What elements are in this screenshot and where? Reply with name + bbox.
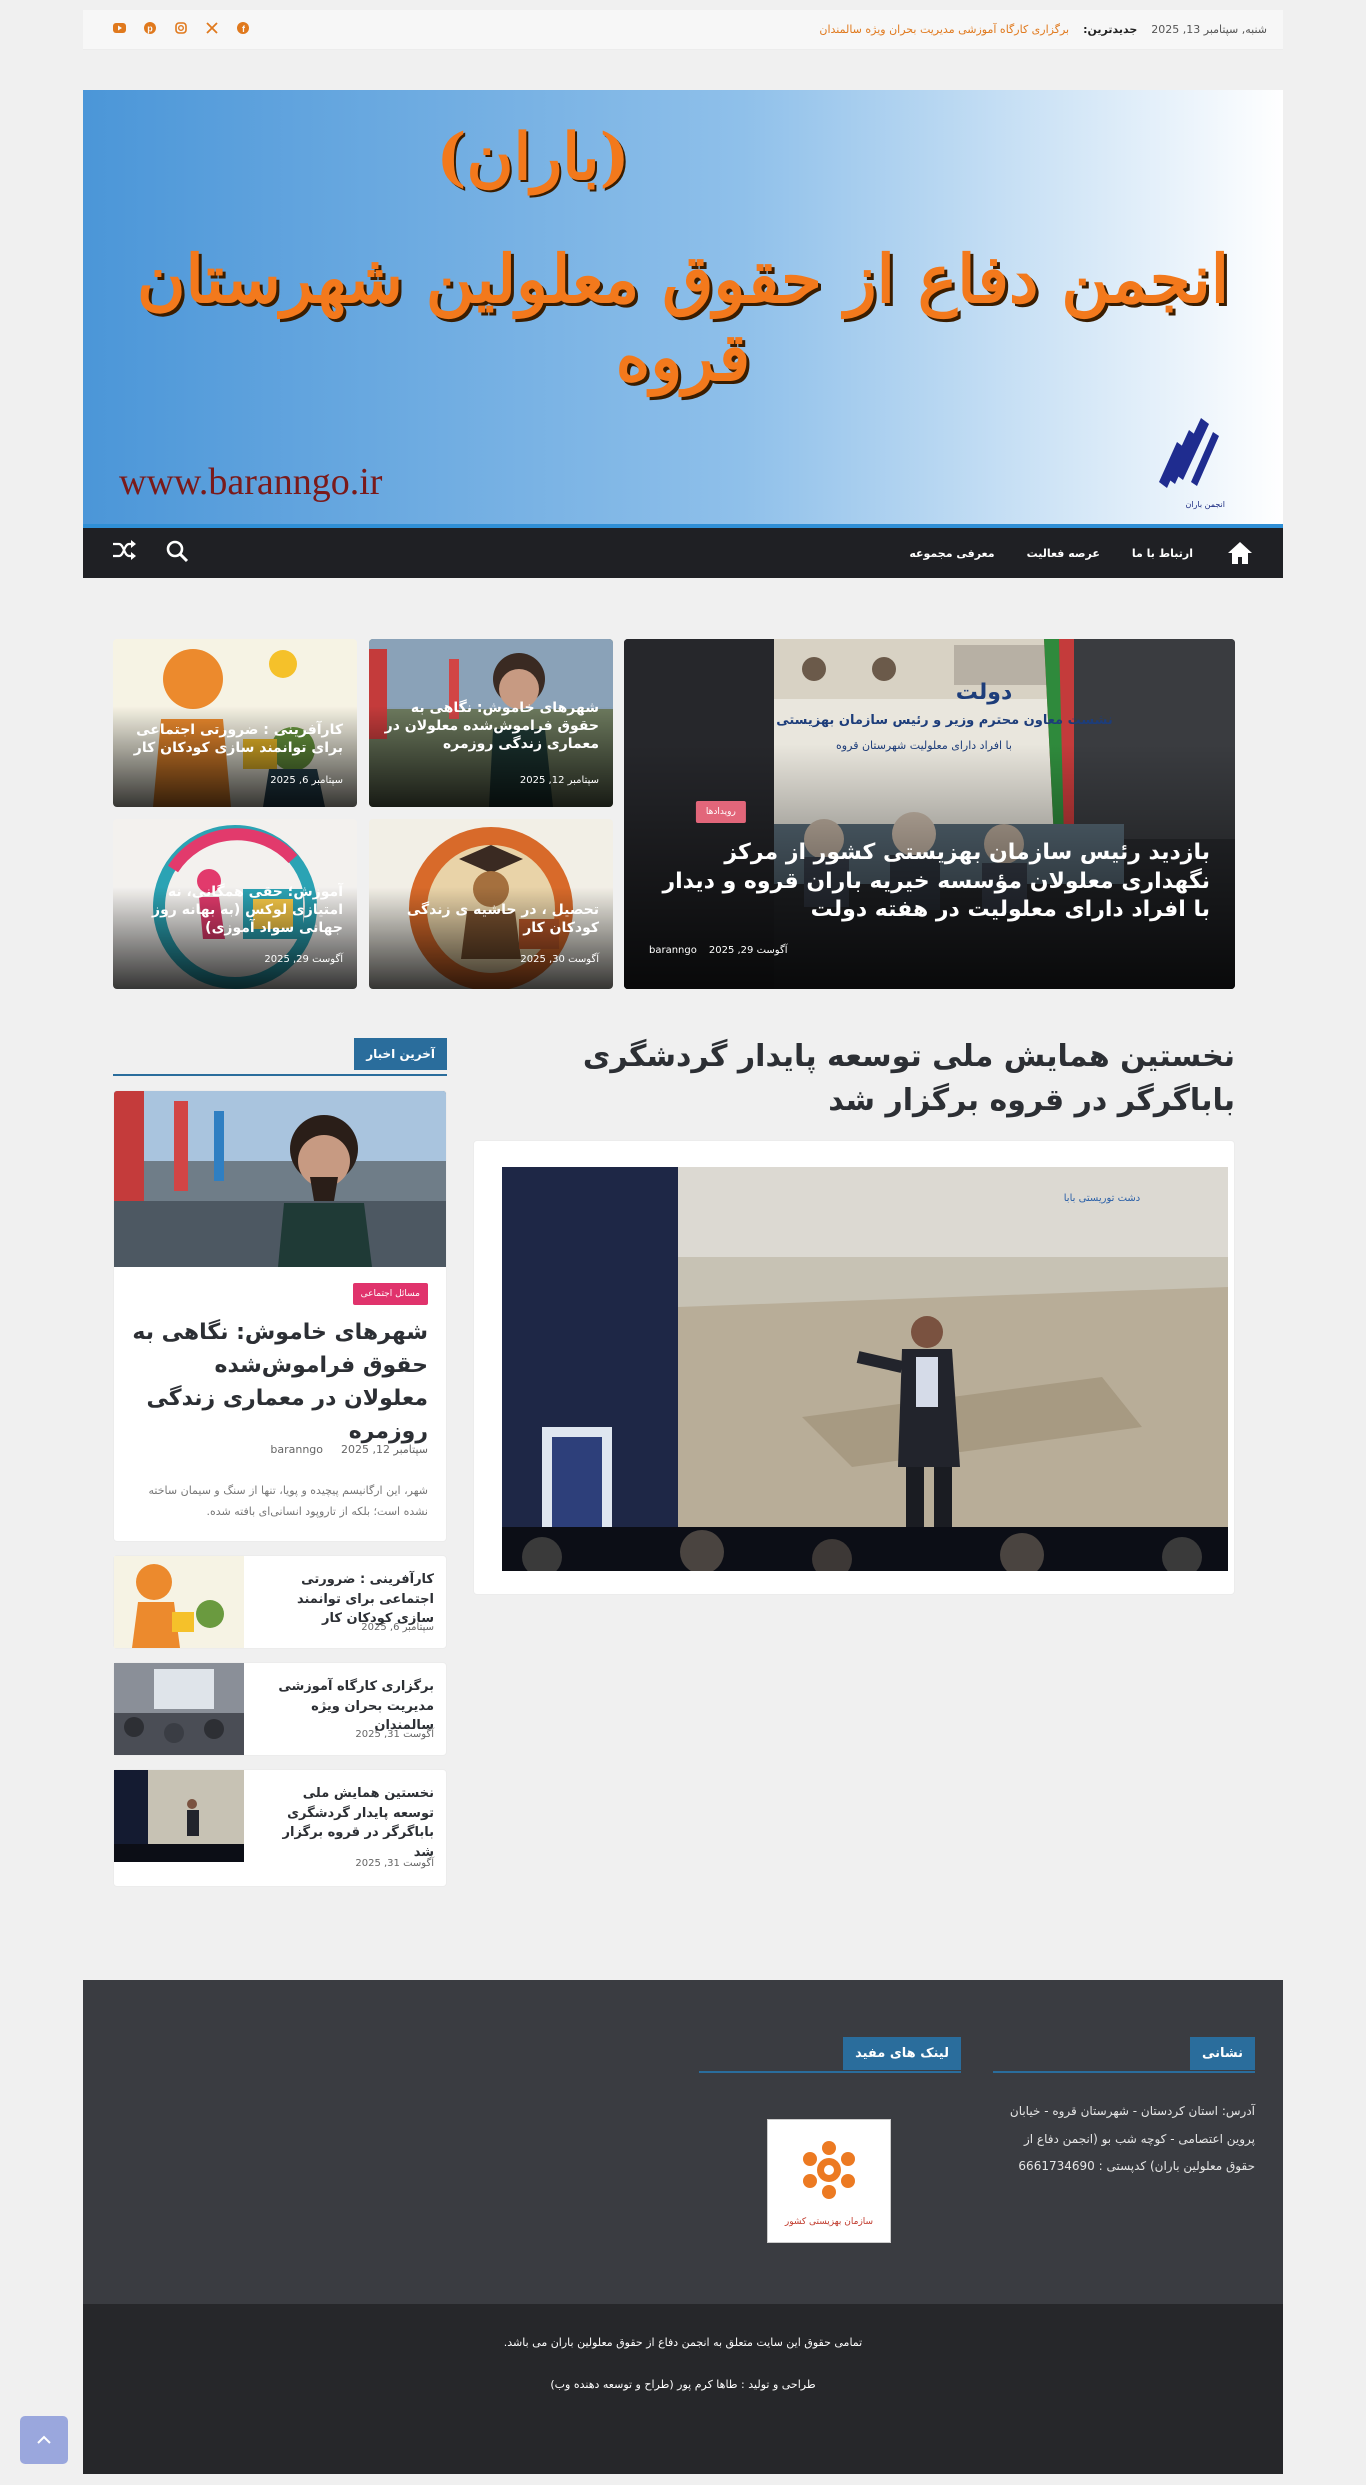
hero-card-date: آگوست 29, 2025 [264,954,343,965]
hero-main-date: آگوست 29, 2025 [708,945,788,956]
nav-item-contact[interactable]: ارتباط با ما [1132,547,1193,560]
page: شنبه, سپتامبر 13, 2025 جدیدترین: برگزاری… [83,0,1283,2485]
hero-main-category[interactable]: رویدادها [695,801,746,823]
hero-poster-title: نشست معاون محترم وزیر و رئیس سازمان بهزی… [734,713,1112,728]
sidebar-item-date: آگوست 31, 2025 [355,1729,434,1740]
main-navigation: ارتباط با ما عرصه فعالیت معرفی مجموعه [83,524,1283,578]
chevron-up-icon [37,2435,51,2444]
copyright-text: تمامی حقوق این سایت متعلق به انجمن دفاع … [503,2336,863,2349]
sidebar-item-image[interactable] [114,1556,244,1648]
sidebar-item-title[interactable]: کارآفرینی : ضرورتی اجتماعی برای توانمند … [259,1570,434,1629]
sidebar-item-image[interactable] [114,1770,244,1862]
svg-text:p: p [147,24,153,34]
behzisti-logo-text: سازمان بهزیستی کشور [784,2217,873,2227]
youtube-icon[interactable] [111,22,127,37]
sidebar-feature-category[interactable]: مسائل اجتماعی [352,1283,428,1305]
ticker-link[interactable]: برگزاری کارگاه آموزشی مدیریت بحران ویژه … [819,23,1069,36]
sidebar-header: آخرین اخبار [113,1038,447,1076]
site-banner[interactable]: (باران) انجمن دفاع از حقوق معلولین شهرست… [83,90,1283,524]
ticker-label: جدیدترین: [1083,23,1138,36]
hero-main-title[interactable]: بازدید رئیس سازمان بهزیستی کشور از مرکز … [649,839,1210,925]
x-icon[interactable] [204,22,220,37]
copyright-bar: تمامی حقوق این سایت متعلق به انجمن دفاع … [83,2304,1283,2474]
article-body: دشت توریستی بابا [473,1140,1235,1595]
footer-links-title: لینک های مفید [843,2037,961,2070]
hero-card-date: سپتامبر 12, 2025 [519,775,599,786]
hero-card-date: سپتامبر 6, 2025 [270,775,343,786]
sidebar-feature-author[interactable]: baranngo [270,1443,323,1456]
sidebar-list-item[interactable]: نخستین همایش ملی توسعه پایدار گردشگری با… [113,1769,447,1887]
banner-title: انجمن دفاع از حقوق معلولین شهرستان قروه [136,240,1230,396]
nav-tools [111,539,189,567]
sidebar-feature-meta: سپتامبر 12, 2025 baranngo [270,1443,428,1456]
social-links: p f [111,22,251,37]
nav-item-activities[interactable]: عرصه فعالیت [1027,547,1100,560]
hero-main-post[interactable]: نشست معاون محترم وزیر و رئیس سازمان بهزی… [624,639,1235,989]
article-featured-image[interactable]: دشت توریستی بابا [502,1167,1228,1571]
sidebar-feature-image[interactable] [114,1091,446,1267]
sidebar-title: آخرین اخبار [354,1038,447,1070]
instagram-icon[interactable] [173,22,189,37]
hero-main-meta: آگوست 29, 2025 baranngo [649,945,788,956]
hero-main-author[interactable]: baranngo [649,945,697,956]
designer-credit[interactable]: طراحی و تولید : طاها کرم پور (طراح و توس… [83,2378,1283,2391]
article-title: نخستین همایش ملی توسعه پایدار گردشگری با… [582,1039,1235,1118]
sidebar-feature-title[interactable]: شهرهای خاموش: نگاهی به حقوق فراموش‌شده م… [132,1316,428,1448]
hero-card[interactable]: کارآفرینی : ضرورتی اجتماعی برای توانمند … [113,639,357,807]
behzisti-logo[interactable]: سازمان بهزیستی کشور [767,2119,891,2243]
sidebar-item-date: آگوست 31, 2025 [355,1858,434,1869]
banner-url: www.baranngo.ir [119,461,383,503]
hero-card[interactable]: آموزش؛ حقی همگانی، نه امتیازی لوکس (به ب… [113,819,357,989]
search-icon[interactable] [165,539,189,567]
current-date: شنبه, سپتامبر 13, 2025 [1151,23,1267,36]
hero-poster-brand: دولت [956,680,1013,705]
sidebar-feature-date: سپتامبر 12, 2025 [341,1443,428,1456]
hero-card[interactable]: شهرهای خاموش: نگاهی به حقوق فراموش‌شده م… [369,639,613,807]
sidebar-feature-excerpt: شهر، این ارگانیسم پیچیده و پویا، تنها از… [148,1484,428,1518]
facebook-icon[interactable]: f [235,22,251,37]
hero-card-title[interactable]: کارآفرینی : ضرورتی اجتماعی برای توانمند … [127,721,343,757]
banner-logo-caption: انجمن باران [1185,500,1226,509]
hero-card-title[interactable]: تحصیل ، در حاشیه ی زندگی کودکان کار [383,901,599,937]
nav-menu: ارتباط با ما عرصه فعالیت معرفی مجموعه [909,538,1255,568]
shuffle-icon[interactable] [111,539,137,567]
nav-item-about[interactable]: معرفی مجموعه [909,547,994,560]
baran-logo-icon [1159,418,1219,488]
sidebar-item-title[interactable]: نخستین همایش ملی توسعه پایدار گردشگری با… [259,1784,434,1862]
sidebar-list-item[interactable]: کارآفرینی : ضرورتی اجتماعی برای توانمند … [113,1555,447,1649]
hero-card-title[interactable]: شهرهای خاموش: نگاهی به حقوق فراموش‌شده م… [383,699,599,754]
footer-address-header: نشانی [993,2037,1255,2073]
footer-address-text: آدرس: استان کردستان - شهرستان قروه - خیا… [1009,2104,1255,2174]
banner-subtitle: (باران) [436,120,630,195]
hero-card-date: آگوست 30, 2025 [520,954,599,965]
sidebar-list-item[interactable]: برگزاری کارگاه آموزشی مدیریت بحران ویژه … [113,1662,447,1756]
sidebar-item-title[interactable]: برگزاری کارگاه آموزشی مدیریت بحران ویژه … [259,1677,434,1736]
footer-links-header: لینک های مفید [699,2037,961,2073]
sidebar-feature-post[interactable]: مسائل اجتماعی شهرهای خاموش: نگاهی به حقو… [113,1090,447,1542]
top-bar: شنبه, سپتامبر 13, 2025 جدیدترین: برگزاری… [83,10,1283,50]
top-bar-info: شنبه, سپتامبر 13, 2025 جدیدترین: برگزاری… [819,23,1267,36]
pinterest-icon[interactable]: p [142,22,158,37]
hero-card[interactable]: تحصیل ، در حاشیه ی زندگی کودکان کار آگوس… [369,819,613,989]
footer-address-title: نشانی [1189,2037,1255,2070]
sidebar-item-date: سپتامبر 6, 2025 [361,1622,434,1633]
sidebar-item-image[interactable] [114,1663,244,1755]
hero-card-title[interactable]: آموزش؛ حقی همگانی، نه امتیازی لوکس (به ب… [127,883,343,938]
article-slide-caption: دشت توریستی بابا [1064,1193,1141,1204]
scroll-to-top-button[interactable] [20,2416,68,2464]
home-icon[interactable] [1225,538,1255,568]
